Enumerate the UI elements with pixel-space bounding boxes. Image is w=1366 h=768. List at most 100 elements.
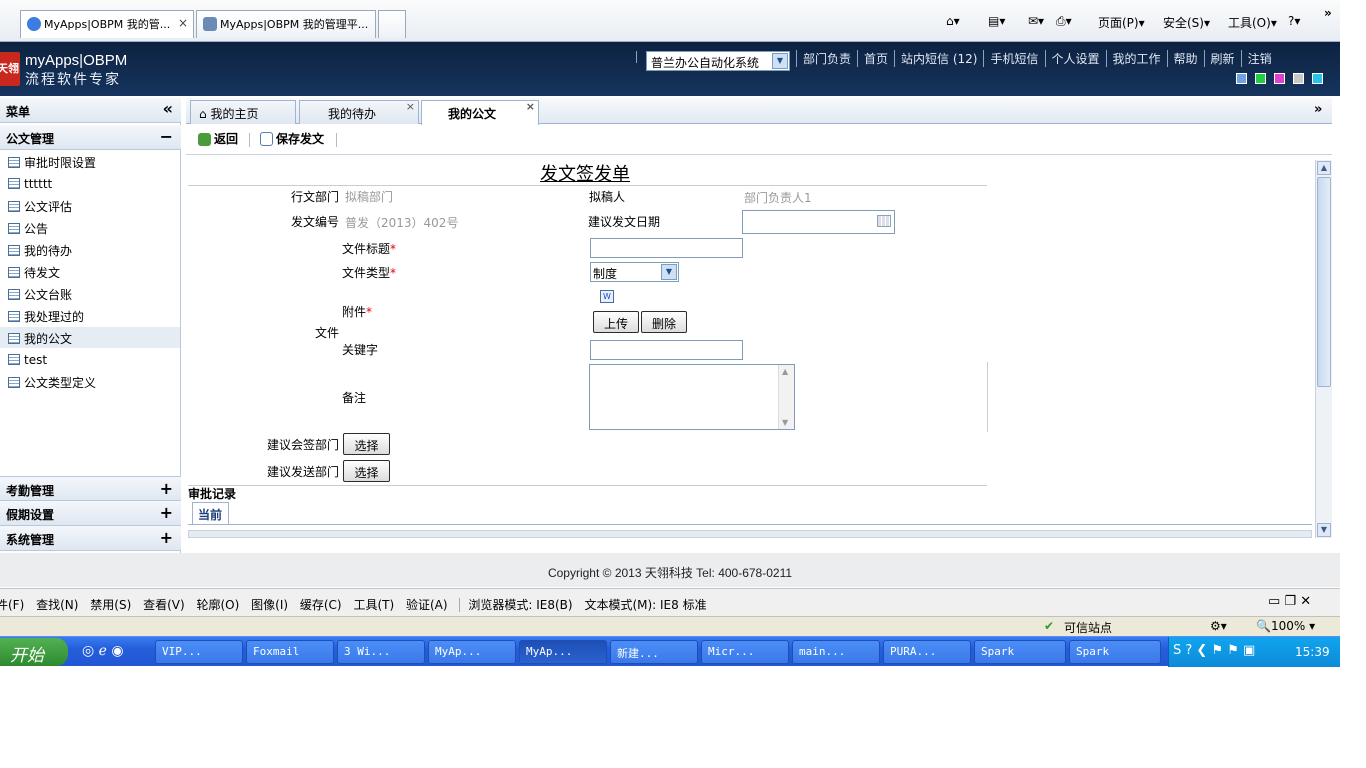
protected-mode-icon[interactable]: ⚙▾	[1210, 619, 1227, 633]
chevron-up-icon[interactable]: ▲	[1317, 161, 1331, 175]
expand-tabs-icon[interactable]: »	[1314, 102, 1322, 117]
theme-cyan-swatch[interactable]	[1312, 73, 1323, 84]
collapse-icon[interactable]: «	[163, 99, 173, 118]
tray-icons[interactable]: S ? ❮ ⚑ ⚑ ▣	[1173, 643, 1255, 658]
tab-my-docs[interactable]: 我的公文 ×	[421, 100, 539, 125]
task-main[interactable]: main...	[792, 640, 880, 664]
print-icon[interactable]: ⎙▾	[1056, 14, 1072, 29]
close-icon[interactable]: ×	[406, 100, 415, 113]
sidebar-item-processed[interactable]: 我处理过的	[0, 305, 180, 326]
devtools-tools[interactable]: 工具(T)	[353, 598, 394, 612]
sidebar-group-holiday[interactable]: 假期设置 +	[0, 501, 181, 526]
link-dept[interactable]: 部门负责	[796, 50, 857, 67]
devtools-window-controls[interactable]: ▭ ❐ ✕	[1268, 594, 1311, 609]
devtools-view[interactable]: 查看(V)	[143, 598, 185, 612]
remarks-textarea[interactable]: ▲ ▼	[589, 364, 795, 430]
task-excel[interactable]: Micr...	[701, 640, 789, 664]
send-select-button[interactable]: 选择	[343, 460, 390, 482]
tab-current[interactable]: 当前	[192, 502, 229, 524]
theme-gray-swatch[interactable]	[1293, 73, 1304, 84]
browser-tab[interactable]: MyApps|OBPM 我的管理平...	[196, 10, 376, 38]
home-icon[interactable]: ⌂▾	[946, 14, 960, 28]
document-mode-menu[interactable]: 文本模式(M): IE8 标准	[584, 598, 706, 612]
devtools-validate[interactable]: 验证(A)	[406, 598, 448, 612]
safety-menu[interactable]: 安全(S)▾	[1163, 14, 1210, 31]
calendar-icon[interactable]	[877, 215, 891, 227]
link-help[interactable]: 帮助	[1166, 50, 1204, 67]
link-settings[interactable]: 个人设置	[1044, 50, 1106, 67]
sidebar-group-system[interactable]: 系统管理 +	[0, 526, 181, 551]
attachment-file-icon[interactable]: W	[600, 290, 614, 303]
link-refresh[interactable]: 刷新	[1203, 50, 1241, 67]
doc-title-input[interactable]	[590, 238, 743, 258]
back-button[interactable]: 返回	[198, 130, 238, 147]
devtools-file[interactable]: 件(F)	[0, 598, 24, 612]
tools-menu[interactable]: 工具(O)▾	[1228, 14, 1277, 31]
tab-todo[interactable]: 我的待办 ×	[299, 100, 419, 124]
devtools-disable[interactable]: 禁用(S)	[90, 598, 131, 612]
textarea-scrollbar[interactable]: ▲ ▼	[778, 365, 794, 429]
upload-button[interactable]: 上传	[593, 311, 639, 333]
new-tab-button[interactable]	[378, 10, 406, 38]
close-icon[interactable]: ×	[526, 100, 535, 113]
close-icon[interactable]: ×	[178, 16, 188, 30]
clock[interactable]: 15:39	[1295, 645, 1330, 659]
sidebar-item-test[interactable]: test	[0, 350, 180, 371]
start-button[interactable]: 开始	[0, 638, 68, 666]
sidebar-item-tttttt[interactable]: tttttt	[0, 174, 180, 195]
horizontal-scrollbar[interactable]	[188, 530, 1312, 538]
keywords-input[interactable]	[590, 340, 743, 360]
devtools-outline[interactable]: 轮廓(O)	[197, 598, 240, 612]
task-myapps-2[interactable]: MyAp...	[519, 640, 607, 664]
task-pura[interactable]: PURA...	[883, 640, 971, 664]
save-button[interactable]: 保存发文	[260, 130, 324, 147]
page-scrollbar[interactable]: ▲ ▼	[1315, 160, 1332, 538]
theme-blue-swatch[interactable]	[1236, 73, 1247, 84]
system-select[interactable]: 普兰办公自动化系统 ▼	[646, 51, 790, 71]
sidebar-item-my-todo[interactable]: 我的待办	[0, 239, 180, 260]
browser-tab-active[interactable]: MyApps|OBPM 我的管... ×	[20, 10, 194, 38]
theme-pink-swatch[interactable]	[1274, 73, 1285, 84]
date-field[interactable]	[742, 210, 895, 234]
sidebar-item-ledger[interactable]: 公文台账	[0, 283, 180, 304]
help-icon[interactable]: ?▾	[1288, 14, 1300, 28]
minus-icon[interactable]: −	[160, 127, 173, 146]
link-home[interactable]: 首页	[857, 50, 894, 67]
mail-icon[interactable]: ✉▾	[1028, 14, 1044, 28]
browser-mode-menu[interactable]: 浏览器模式: IE8(B)	[459, 598, 573, 612]
devtools-images[interactable]: 图像(I)	[251, 598, 288, 612]
devtools-find[interactable]: 查找(N)	[36, 598, 78, 612]
task-vip[interactable]: VIP...	[155, 640, 243, 664]
link-sms[interactable]: 手机短信	[983, 50, 1044, 67]
sidebar-group-attendance[interactable]: 考勤管理 +	[0, 476, 181, 501]
sidebar-item-my-docs[interactable]: 我的公文	[0, 327, 180, 348]
devtools-cache[interactable]: 缓存(C)	[300, 598, 342, 612]
theme-green-swatch[interactable]	[1255, 73, 1266, 84]
sidebar-item-doc-types[interactable]: 公文类型定义	[0, 371, 180, 392]
task-spark-1[interactable]: Spark	[974, 640, 1066, 664]
chevron-up-icon[interactable]: ▲	[782, 367, 788, 376]
plus-icon[interactable]: +	[160, 479, 173, 498]
delete-button[interactable]: 删除	[641, 311, 687, 333]
task-foxmail[interactable]: Foxmail	[246, 640, 334, 664]
plus-icon[interactable]: +	[160, 528, 173, 547]
plus-icon[interactable]: +	[160, 503, 173, 522]
scrollbar-thumb[interactable]	[1317, 177, 1331, 387]
quicklaunch-icons[interactable]: ◎ ℯ ◉	[82, 643, 124, 659]
chevron-down-icon[interactable]: ▼	[1317, 523, 1331, 537]
feed-icon[interactable]: ▤▾	[988, 14, 1005, 28]
sidebar-item-approval-time[interactable]: 审批时限设置	[0, 151, 180, 172]
page-menu[interactable]: 页面(P)▾	[1098, 14, 1145, 31]
task-explorer[interactable]: 3 Wi...	[337, 640, 425, 664]
link-messages[interactable]: 站内短信 (12)	[894, 50, 983, 67]
sidebar-item-evaluation[interactable]: 公文评估	[0, 195, 180, 216]
cosign-select-button[interactable]: 选择	[343, 433, 390, 455]
link-logout[interactable]: 注销	[1240, 50, 1278, 67]
more-tools-icon[interactable]: »	[1324, 6, 1332, 20]
tab-home[interactable]: ⌂ 我的主页	[190, 100, 296, 124]
sidebar-group-docs[interactable]: 公文管理 −	[0, 125, 181, 150]
task-spark-2[interactable]: Spark	[1069, 640, 1161, 664]
link-my-work[interactable]: 我的工作	[1105, 50, 1167, 67]
task-myapps-1[interactable]: MyAp...	[428, 640, 516, 664]
sidebar-item-pending-send[interactable]: 待发文	[0, 261, 180, 282]
